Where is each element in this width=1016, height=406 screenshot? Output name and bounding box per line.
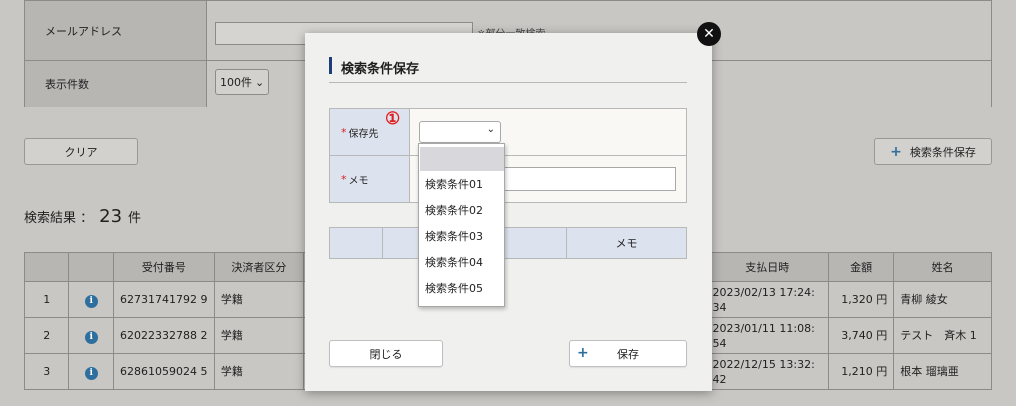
results-label: 検索結果 ： (24, 211, 94, 226)
col-header (68, 252, 114, 282)
chevron-down-icon: ⌄ (255, 75, 265, 89)
close-button[interactable]: 閉じる (329, 340, 443, 367)
save-conditions-button[interactable]: + 検索条件保存 (874, 138, 992, 165)
count-label: 表示件数 (25, 61, 207, 107)
row-receipt: 62861059024 5 (112, 353, 215, 390)
clear-button[interactable]: クリア (24, 138, 138, 165)
info-icon[interactable]: i (84, 294, 98, 308)
info-icon[interactable]: i (84, 366, 98, 380)
row-number: 1 (23, 281, 70, 318)
row-name: テスト 斉木 1 (893, 317, 992, 354)
required-mark: * (341, 125, 347, 139)
save-conditions-modal: 検索条件保存 * 保存先 ① ⌄ * メモ メモ 閉じる + 保存 (305, 33, 712, 391)
row-info[interactable]: i (68, 353, 114, 390)
col-header-payer[interactable]: 決済者区分 (213, 252, 304, 282)
col-header-name[interactable]: 姓名 (893, 252, 992, 282)
row-pay-date: 2022/12/15 13:32: 42 (705, 353, 830, 390)
row-receipt: 62731741792 9 (112, 281, 215, 318)
row-amount: 1,320 円 (828, 281, 895, 318)
row-payer: 学籍 (213, 317, 304, 354)
col-header-receipt[interactable]: 受付番号 (112, 252, 215, 282)
results-unit: 件 (128, 211, 142, 226)
row-receipt: 62022332788 2 (112, 317, 215, 354)
dropdown-option[interactable]: 検索条件03 (419, 223, 504, 249)
plus-icon: + (890, 143, 902, 160)
memo-label: * メモ (330, 156, 410, 202)
close-button-label: 閉じる (369, 347, 403, 361)
close-icon[interactable]: ✕ (697, 22, 721, 46)
memo-input[interactable] (502, 167, 676, 191)
save-button[interactable]: + 保存 (569, 340, 687, 367)
row-info[interactable]: i (68, 281, 114, 318)
row-info[interactable]: i (68, 317, 114, 354)
dest-select[interactable]: ⌄ (419, 121, 501, 143)
col-header-pay-date[interactable]: 支払日時 (705, 252, 830, 282)
col-header (23, 252, 70, 282)
row-number: 3 (23, 353, 70, 390)
dropdown-option[interactable]: 検索条件05 (419, 275, 504, 301)
dropdown-option-blank[interactable] (420, 147, 504, 171)
dropdown-option[interactable]: 検索条件01 (419, 171, 504, 197)
col-header-amount[interactable]: 金額 (828, 252, 895, 282)
dest-row: * 保存先 ① ⌄ (330, 109, 686, 156)
step-marker: ① (385, 109, 401, 129)
row-pay-date: 2023/02/13 17:24: 34 (705, 281, 830, 318)
row-name: 青柳 綾女 (893, 281, 992, 318)
dest-label: * 保存先 ① (330, 109, 410, 155)
plus-icon: + (577, 345, 589, 361)
saved-conditions-header: メモ (329, 227, 687, 259)
email-label: メールアドレス (25, 1, 207, 60)
row-name: 根本 瑠璃亜 (893, 353, 992, 390)
dropdown-option[interactable]: 検索条件02 (419, 197, 504, 223)
row-payer: 学籍 (213, 281, 304, 318)
dest-dropdown-list: 検索条件01 検索条件02 検索条件03 検索条件04 検索条件05 (418, 143, 505, 307)
dest-label-text: 保存先 (348, 128, 379, 140)
count-select-value: 100件 (220, 76, 252, 89)
modal-title: 検索条件保存 (329, 55, 687, 83)
modal-form: * 保存先 ① ⌄ * メモ (329, 108, 687, 203)
save-button-label: 保存 (617, 347, 639, 361)
chevron-down-icon: ⌄ (486, 124, 495, 135)
memo-label-text: メモ (348, 175, 369, 187)
clear-button-label: クリア (64, 145, 98, 159)
row-number: 2 (23, 317, 70, 354)
row-amount: 3,740 円 (828, 317, 895, 354)
row-payer: 学籍 (213, 353, 304, 390)
save-conditions-label: 検索条件保存 (909, 145, 976, 159)
row-pay-date: 2023/01/11 11:08: 54 (705, 317, 830, 354)
count-select[interactable]: 100件 ⌄ (215, 69, 269, 95)
info-icon[interactable]: i (84, 330, 98, 344)
memo-row: * メモ (330, 156, 686, 202)
results-count: 23 (99, 206, 123, 227)
dropdown-option[interactable]: 検索条件04 (419, 249, 504, 275)
required-mark: * (341, 172, 347, 186)
row-amount: 1,210 円 (828, 353, 895, 390)
memo-column-header: メモ (615, 237, 638, 250)
results-summary: 検索結果 ： 23 件 (24, 206, 141, 227)
